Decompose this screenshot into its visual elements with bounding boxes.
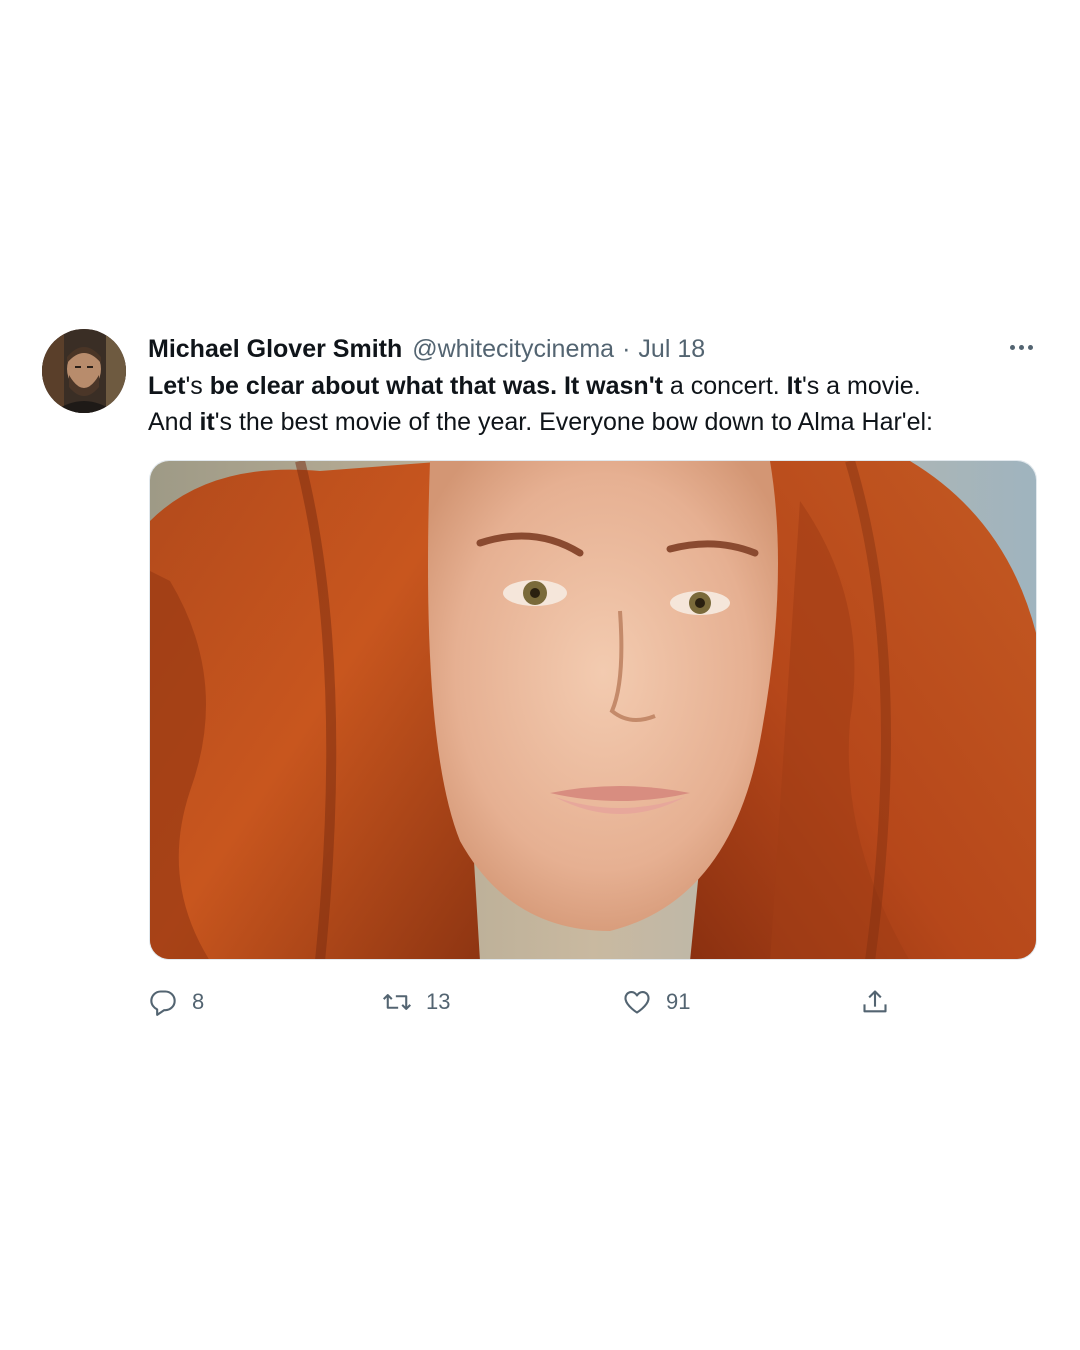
like-count: 91	[666, 989, 691, 1014]
tweet-text-segment: 's a movie.	[801, 372, 921, 400]
more-icon	[1009, 344, 1033, 350]
share-icon	[860, 987, 890, 1017]
tweet-text-segment: Let	[148, 372, 186, 400]
avatar[interactable]	[42, 329, 126, 413]
reply-count: 8	[192, 989, 205, 1014]
heart-icon	[622, 987, 652, 1017]
meta-separator: ·	[622, 335, 631, 363]
tweet-date[interactable]: Jul 18	[638, 332, 705, 366]
retweet-count: 13	[426, 989, 451, 1014]
tweet-text-line-1: Let's be clear about what that was. It w…	[148, 368, 1038, 404]
tweet-card: Michael Glover Smith @whitecitycinema · …	[0, 0, 1080, 1350]
tweet-actions: 8 13 91	[148, 984, 1048, 1020]
tweet-text-segment: 's	[185, 372, 210, 400]
tweet-text-segment: be clear about what that was. It wasn't	[209, 372, 663, 400]
tweet-text-segment: And	[148, 408, 200, 436]
reply-icon	[148, 987, 178, 1017]
like-button[interactable]: 91	[622, 984, 690, 1020]
author-name[interactable]: Michael Glover Smith	[148, 332, 402, 366]
author-handle[interactable]: @whitecitycinema	[412, 332, 614, 366]
tweet-text-segment: It	[786, 372, 802, 400]
share-button[interactable]	[860, 984, 890, 1020]
tweet-text-segment: a concert.	[662, 372, 787, 400]
retweet-icon	[382, 987, 412, 1017]
tweet-text-segment: 's the best movie of the year. Everyone …	[214, 408, 933, 436]
reply-button[interactable]: 8	[148, 984, 204, 1020]
more-options-button[interactable]	[1003, 334, 1039, 360]
tweet-media-image[interactable]	[149, 460, 1037, 960]
tweet-text-line-2: And it's the best movie of the year. Eve…	[148, 404, 1038, 440]
tweet-text: Let's be clear about what that was. It w…	[148, 368, 1038, 440]
tweet-header: Michael Glover Smith @whitecitycinema · …	[148, 332, 705, 366]
retweet-button[interactable]: 13	[382, 984, 450, 1020]
tweet-text-segment: it	[199, 408, 215, 436]
